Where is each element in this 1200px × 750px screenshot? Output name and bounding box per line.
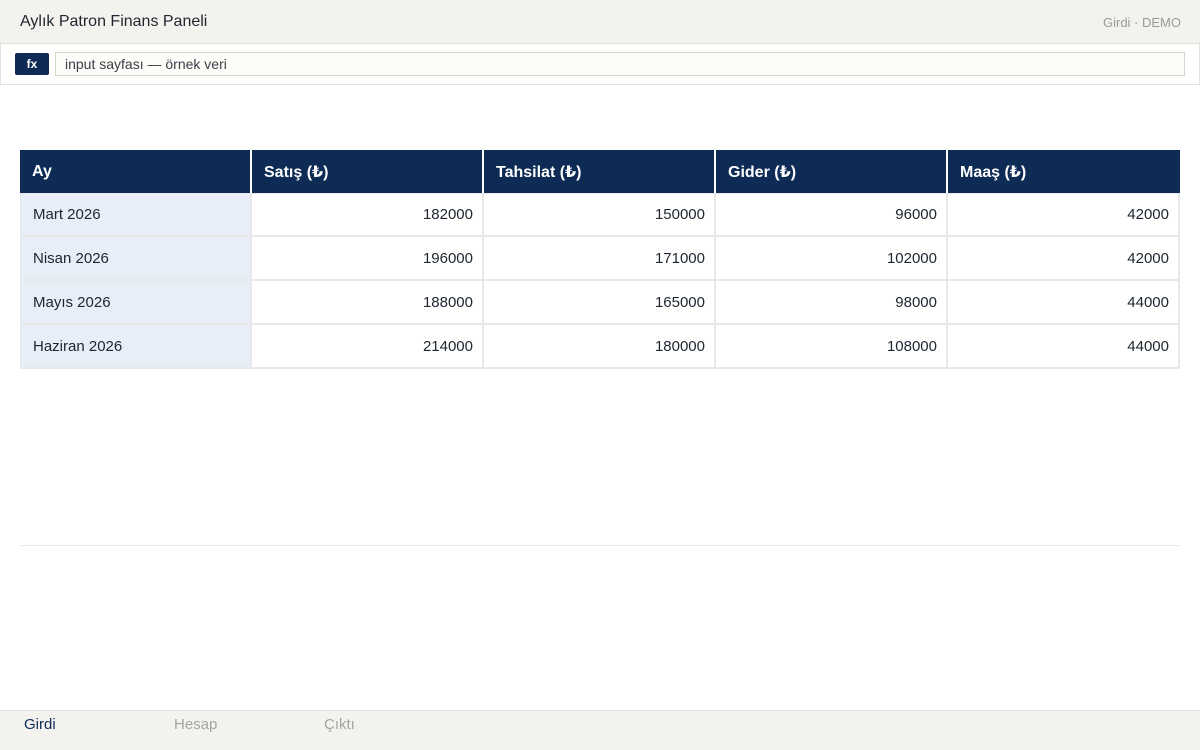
sales-cell[interactable]: 214000 xyxy=(252,325,484,369)
month-cell[interactable]: Mart 2026 xyxy=(20,193,252,237)
fx-button[interactable]: fx xyxy=(15,53,49,75)
section-divider xyxy=(20,545,1180,546)
sales-cell[interactable]: 182000 xyxy=(252,193,484,237)
input-table: Ay Satış (₺) Tahsilat (₺) Gider (₺) Maaş… xyxy=(20,150,1180,369)
month-cell[interactable]: Mayıs 2026 xyxy=(20,281,252,325)
formula-input[interactable]: input sayfası — örnek veri xyxy=(55,52,1185,76)
app-title: Aylık Patron Finans Paneli xyxy=(20,13,208,30)
column-header-salary[interactable]: Maaş (₺) xyxy=(948,150,1180,193)
tab-girdi[interactable]: Girdi xyxy=(24,716,56,733)
expenses-cell[interactable]: 108000 xyxy=(716,325,948,369)
tab-cikti[interactable]: Çıktı xyxy=(324,716,355,733)
column-header-month[interactable]: Ay xyxy=(20,150,252,193)
tab-hesap[interactable]: Hesap xyxy=(174,716,217,733)
collections-cell[interactable]: 150000 xyxy=(484,193,716,237)
month-cell[interactable]: Haziran 2026 xyxy=(20,325,252,369)
table-row: Mayıs 2026 188000 165000 98000 44000 xyxy=(20,281,1180,325)
sheet-tab-bar: Girdi Hesap Çıktı xyxy=(0,710,1200,750)
formula-bar: fx input sayfası — örnek veri xyxy=(0,44,1200,85)
expenses-cell[interactable]: 102000 xyxy=(716,237,948,281)
table-row: Nisan 2026 196000 171000 102000 42000 xyxy=(20,237,1180,281)
month-cell[interactable]: Nisan 2026 xyxy=(20,237,252,281)
salary-cell[interactable]: 42000 xyxy=(948,237,1180,281)
sales-cell[interactable]: 188000 xyxy=(252,281,484,325)
sheet-badge: Girdi · DEMO xyxy=(1103,15,1181,30)
collections-cell[interactable]: 171000 xyxy=(484,237,716,281)
table-row: Haziran 2026 214000 180000 108000 44000 xyxy=(20,325,1180,369)
collections-cell[interactable]: 180000 xyxy=(484,325,716,369)
salary-cell[interactable]: 44000 xyxy=(948,281,1180,325)
salary-cell[interactable]: 42000 xyxy=(948,193,1180,237)
column-header-collections[interactable]: Tahsilat (₺) xyxy=(484,150,716,193)
column-header-expenses[interactable]: Gider (₺) xyxy=(716,150,948,193)
sales-cell[interactable]: 196000 xyxy=(252,237,484,281)
header-row: Ay Satış (₺) Tahsilat (₺) Gider (₺) Maaş… xyxy=(20,150,1180,193)
spreadsheet-app: Aylık Patron Finans Paneli Girdi · DEMO … xyxy=(0,0,1200,750)
collections-cell[interactable]: 165000 xyxy=(484,281,716,325)
column-header-sales[interactable]: Satış (₺) xyxy=(252,150,484,193)
expenses-cell[interactable]: 96000 xyxy=(716,193,948,237)
salary-cell[interactable]: 44000 xyxy=(948,325,1180,369)
expenses-cell[interactable]: 98000 xyxy=(716,281,948,325)
title-bar: Aylık Patron Finans Paneli Girdi · DEMO xyxy=(0,0,1200,44)
table-row: Mart 2026 182000 150000 96000 42000 xyxy=(20,193,1180,237)
